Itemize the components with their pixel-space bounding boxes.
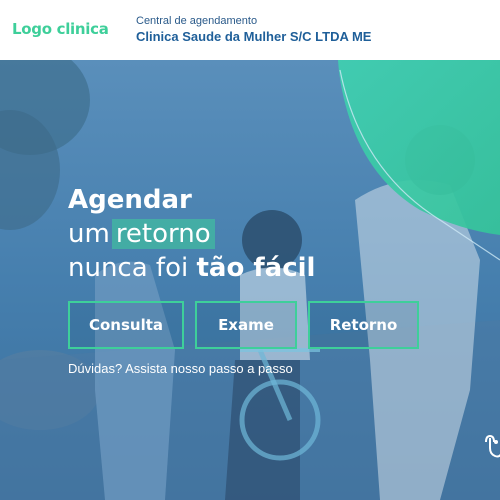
clinic-logo[interactable]: Logo clinica <box>12 20 109 38</box>
consulta-button[interactable]: Consulta <box>68 301 184 349</box>
header: Logo clinica Central de agendamento Clin… <box>0 0 500 60</box>
accessibility-hand-icon[interactable] <box>482 432 500 460</box>
headline-line-3-bold: tão fácil <box>196 253 316 283</box>
headline-line-3: nunca foi tão fácil <box>68 251 315 285</box>
headline-line-3-prefix: nunca foi <box>68 253 189 283</box>
exame-button[interactable]: Exame <box>195 301 297 349</box>
headline-line-1: Agendar <box>68 185 192 215</box>
headline-line-2-prefix: um <box>68 219 110 249</box>
help-video-link[interactable]: Dúvidas? Assista nosso passo a passo <box>68 361 293 376</box>
headline-highlight: retorno <box>111 219 215 249</box>
clinic-name: Clinica Saude da Mulher S/C LTDA ME <box>136 29 372 44</box>
hero-headline: Agendar um retorno nunca foi tão fácil <box>68 183 315 285</box>
schedule-center-label: Central de agendamento <box>136 15 258 27</box>
retorno-button[interactable]: Retorno <box>308 301 419 349</box>
headline-line-2: um retorno <box>68 217 315 251</box>
hero-banner: Agendar um retorno nunca foi tão fácil Co… <box>0 60 500 500</box>
